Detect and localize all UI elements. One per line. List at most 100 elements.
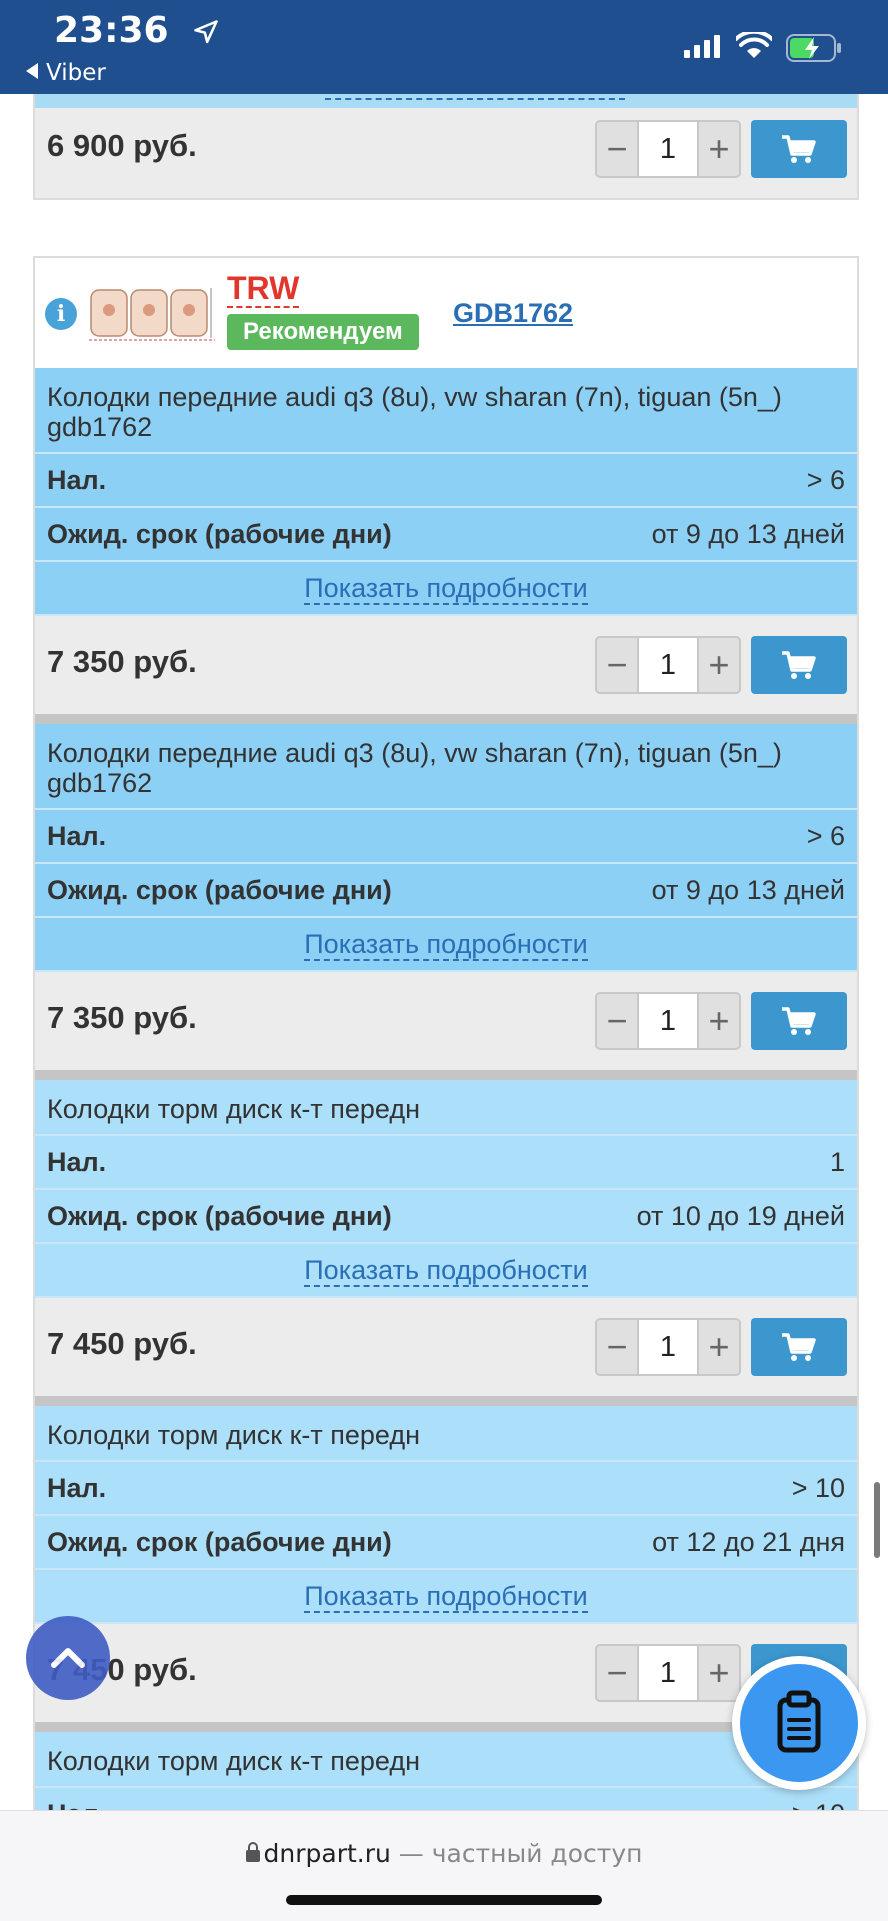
previous-details-row xyxy=(35,94,857,108)
term-value: от 10 до 19 дней xyxy=(636,1201,845,1231)
price: 7 350 руб. xyxy=(47,1000,197,1035)
show-details-link[interactable]: Показать подробности xyxy=(304,573,588,605)
cellular-signal-icon xyxy=(684,35,720,58)
quantity-input[interactable]: 1 xyxy=(637,992,699,1050)
price: 6 900 руб. xyxy=(47,128,197,163)
quantity-stepper[interactable]: − 1 + xyxy=(595,1644,741,1702)
chevron-up-icon xyxy=(51,1648,85,1668)
show-details-link[interactable]: Показать подробности xyxy=(304,1581,588,1613)
status-bar: 23:36 Viber xyxy=(0,0,888,94)
stock-row: Нал. 1 xyxy=(35,1136,857,1190)
order-list-button[interactable] xyxy=(732,1656,866,1790)
battery-charging-icon xyxy=(786,34,841,62)
term-label: Ожид. срок (рабочие дни) xyxy=(47,1201,392,1231)
previous-product-card: 6 900 руб. − 1 + xyxy=(33,94,859,200)
stock-row: Нал. > 10 xyxy=(35,1462,857,1516)
show-details-link[interactable]: Показать подробности xyxy=(304,1255,588,1287)
browser-address-bar[interactable]: dnrpart.ru — частный доступ xyxy=(0,1810,888,1921)
brand-name[interactable]: TRW xyxy=(227,270,300,308)
home-indicator[interactable] xyxy=(286,1895,602,1905)
offer-description: Колодки торм диск к-т передн xyxy=(35,1406,857,1462)
offer-description: Колодки торм диск к-т передн xyxy=(35,1080,857,1136)
status-time: 23:36 xyxy=(54,10,169,51)
details-row: Показать подробности xyxy=(35,1570,857,1624)
back-arrow-icon xyxy=(26,63,38,79)
add-to-cart-button[interactable] xyxy=(751,120,847,178)
back-to-app-link[interactable]: Viber xyxy=(26,60,106,86)
increase-button[interactable]: + xyxy=(699,1320,739,1374)
stock-label: Нал. xyxy=(47,1799,106,1810)
back-app-label: Viber xyxy=(46,60,106,86)
wifi-icon xyxy=(736,32,772,58)
search-results: 6 900 руб. − 1 + i TRW Рекомендуем GDB17… xyxy=(0,94,888,1810)
decrease-button[interactable]: − xyxy=(597,122,637,176)
offer-description: Колодки передние audi q3 (8u), vw sharan… xyxy=(35,724,857,810)
stock-label: Нал. xyxy=(47,465,107,495)
lock-icon xyxy=(245,1842,260,1862)
quantity-stepper[interactable]: − 1 + xyxy=(595,1318,741,1376)
offer: Колодки торм диск к-т передн Нал. 1 Ожид.… xyxy=(35,1080,857,1406)
decrease-button[interactable]: − xyxy=(597,1320,637,1374)
quantity-input[interactable]: 1 xyxy=(637,1318,699,1376)
scroll-to-top-button[interactable] xyxy=(26,1616,110,1700)
show-details-link[interactable]: Показать подробности xyxy=(304,929,588,961)
delivery-term-row: Ожид. срок (рабочие дни) от 9 до 13 дней xyxy=(35,864,857,918)
add-to-cart-button[interactable] xyxy=(751,636,847,694)
add-to-cart-button[interactable] xyxy=(751,992,847,1050)
url-suffix: — частный доступ xyxy=(390,1839,643,1868)
url-display[interactable]: dnrpart.ru — частный доступ xyxy=(0,1839,888,1868)
delivery-term-row: Ожид. срок (рабочие дни) от 9 до 13 дней xyxy=(35,508,857,562)
offer: Колодки торм диск к-т передн Нал. > 10 Ож… xyxy=(35,1406,857,1732)
stock-row: Нал. > 10 xyxy=(35,1788,857,1810)
term-value: от 12 до 21 дня xyxy=(652,1527,845,1557)
cart-icon xyxy=(782,651,816,679)
quantity-input[interactable]: 1 xyxy=(637,1644,699,1702)
info-icon[interactable]: i xyxy=(45,298,77,330)
offer: Колодки передние audi q3 (8u), vw sharan… xyxy=(35,368,857,724)
term-label: Ожид. срок (рабочие дни) xyxy=(47,875,392,905)
stock-label: Нал. xyxy=(47,1147,107,1177)
price: 7 450 руб. xyxy=(47,1326,197,1361)
location-arrow-icon xyxy=(194,20,218,44)
product-card: i TRW Рекомендуем GDB1762 Колодки передн… xyxy=(33,256,859,1810)
delivery-term-row: Ожид. срок (рабочие дни) от 12 до 21 дня xyxy=(35,1516,857,1570)
offer-description: Колодки передние audi q3 (8u), vw sharan… xyxy=(35,368,857,454)
scrollbar[interactable] xyxy=(874,1482,880,1558)
stock-value: > 10 xyxy=(791,1473,845,1503)
term-label: Ожид. срок (рабочие дни) xyxy=(47,519,392,549)
stock-value: > 6 xyxy=(806,821,845,851)
quantity-stepper[interactable]: − 1 + xyxy=(595,636,741,694)
decrease-button[interactable]: − xyxy=(597,1646,637,1700)
clipboard-icon xyxy=(777,1690,821,1753)
recommended-badge: Рекомендуем xyxy=(227,314,419,350)
quantity-stepper[interactable]: − 1 + xyxy=(595,120,741,178)
cart-icon xyxy=(782,135,816,163)
details-row: Показать подробности xyxy=(35,1244,857,1298)
increase-button[interactable]: + xyxy=(699,994,739,1048)
increase-button[interactable]: + xyxy=(699,1646,739,1700)
brake-pads-thumbnail[interactable] xyxy=(87,280,217,346)
cart-icon xyxy=(782,1333,816,1361)
stock-label: Нал. xyxy=(47,1473,107,1503)
stock-row: Нал. > 6 xyxy=(35,810,857,864)
quantity-input[interactable]: 1 xyxy=(637,636,699,694)
stock-row: Нал. > 6 xyxy=(35,454,857,508)
add-to-cart-button[interactable] xyxy=(751,1318,847,1376)
price-row: 7 350 руб. − 1 + xyxy=(35,972,857,1080)
stock-value: 1 xyxy=(829,1147,845,1177)
term-label: Ожид. срок (рабочие дни) xyxy=(47,1527,392,1557)
decrease-button[interactable]: − xyxy=(597,638,637,692)
increase-button[interactable]: + xyxy=(699,638,739,692)
details-row: Показать подробности xyxy=(35,918,857,972)
cart-icon xyxy=(782,1007,816,1035)
offer: Колодки торм диск к-т передн Нал.> 10 xyxy=(35,1732,857,1810)
price-row: 6 900 руб. − 1 + xyxy=(35,108,857,206)
quantity-stepper[interactable]: − 1 + xyxy=(595,992,741,1050)
previous-details-link[interactable] xyxy=(325,94,625,100)
part-number-link[interactable]: GDB1762 xyxy=(453,298,573,329)
increase-button[interactable]: + xyxy=(699,122,739,176)
quantity-input[interactable]: 1 xyxy=(637,120,699,178)
stock-value: > 10 xyxy=(792,1788,845,1810)
delivery-term-row: Ожид. срок (рабочие дни) от 10 до 19 дней xyxy=(35,1190,857,1244)
decrease-button[interactable]: − xyxy=(597,994,637,1048)
